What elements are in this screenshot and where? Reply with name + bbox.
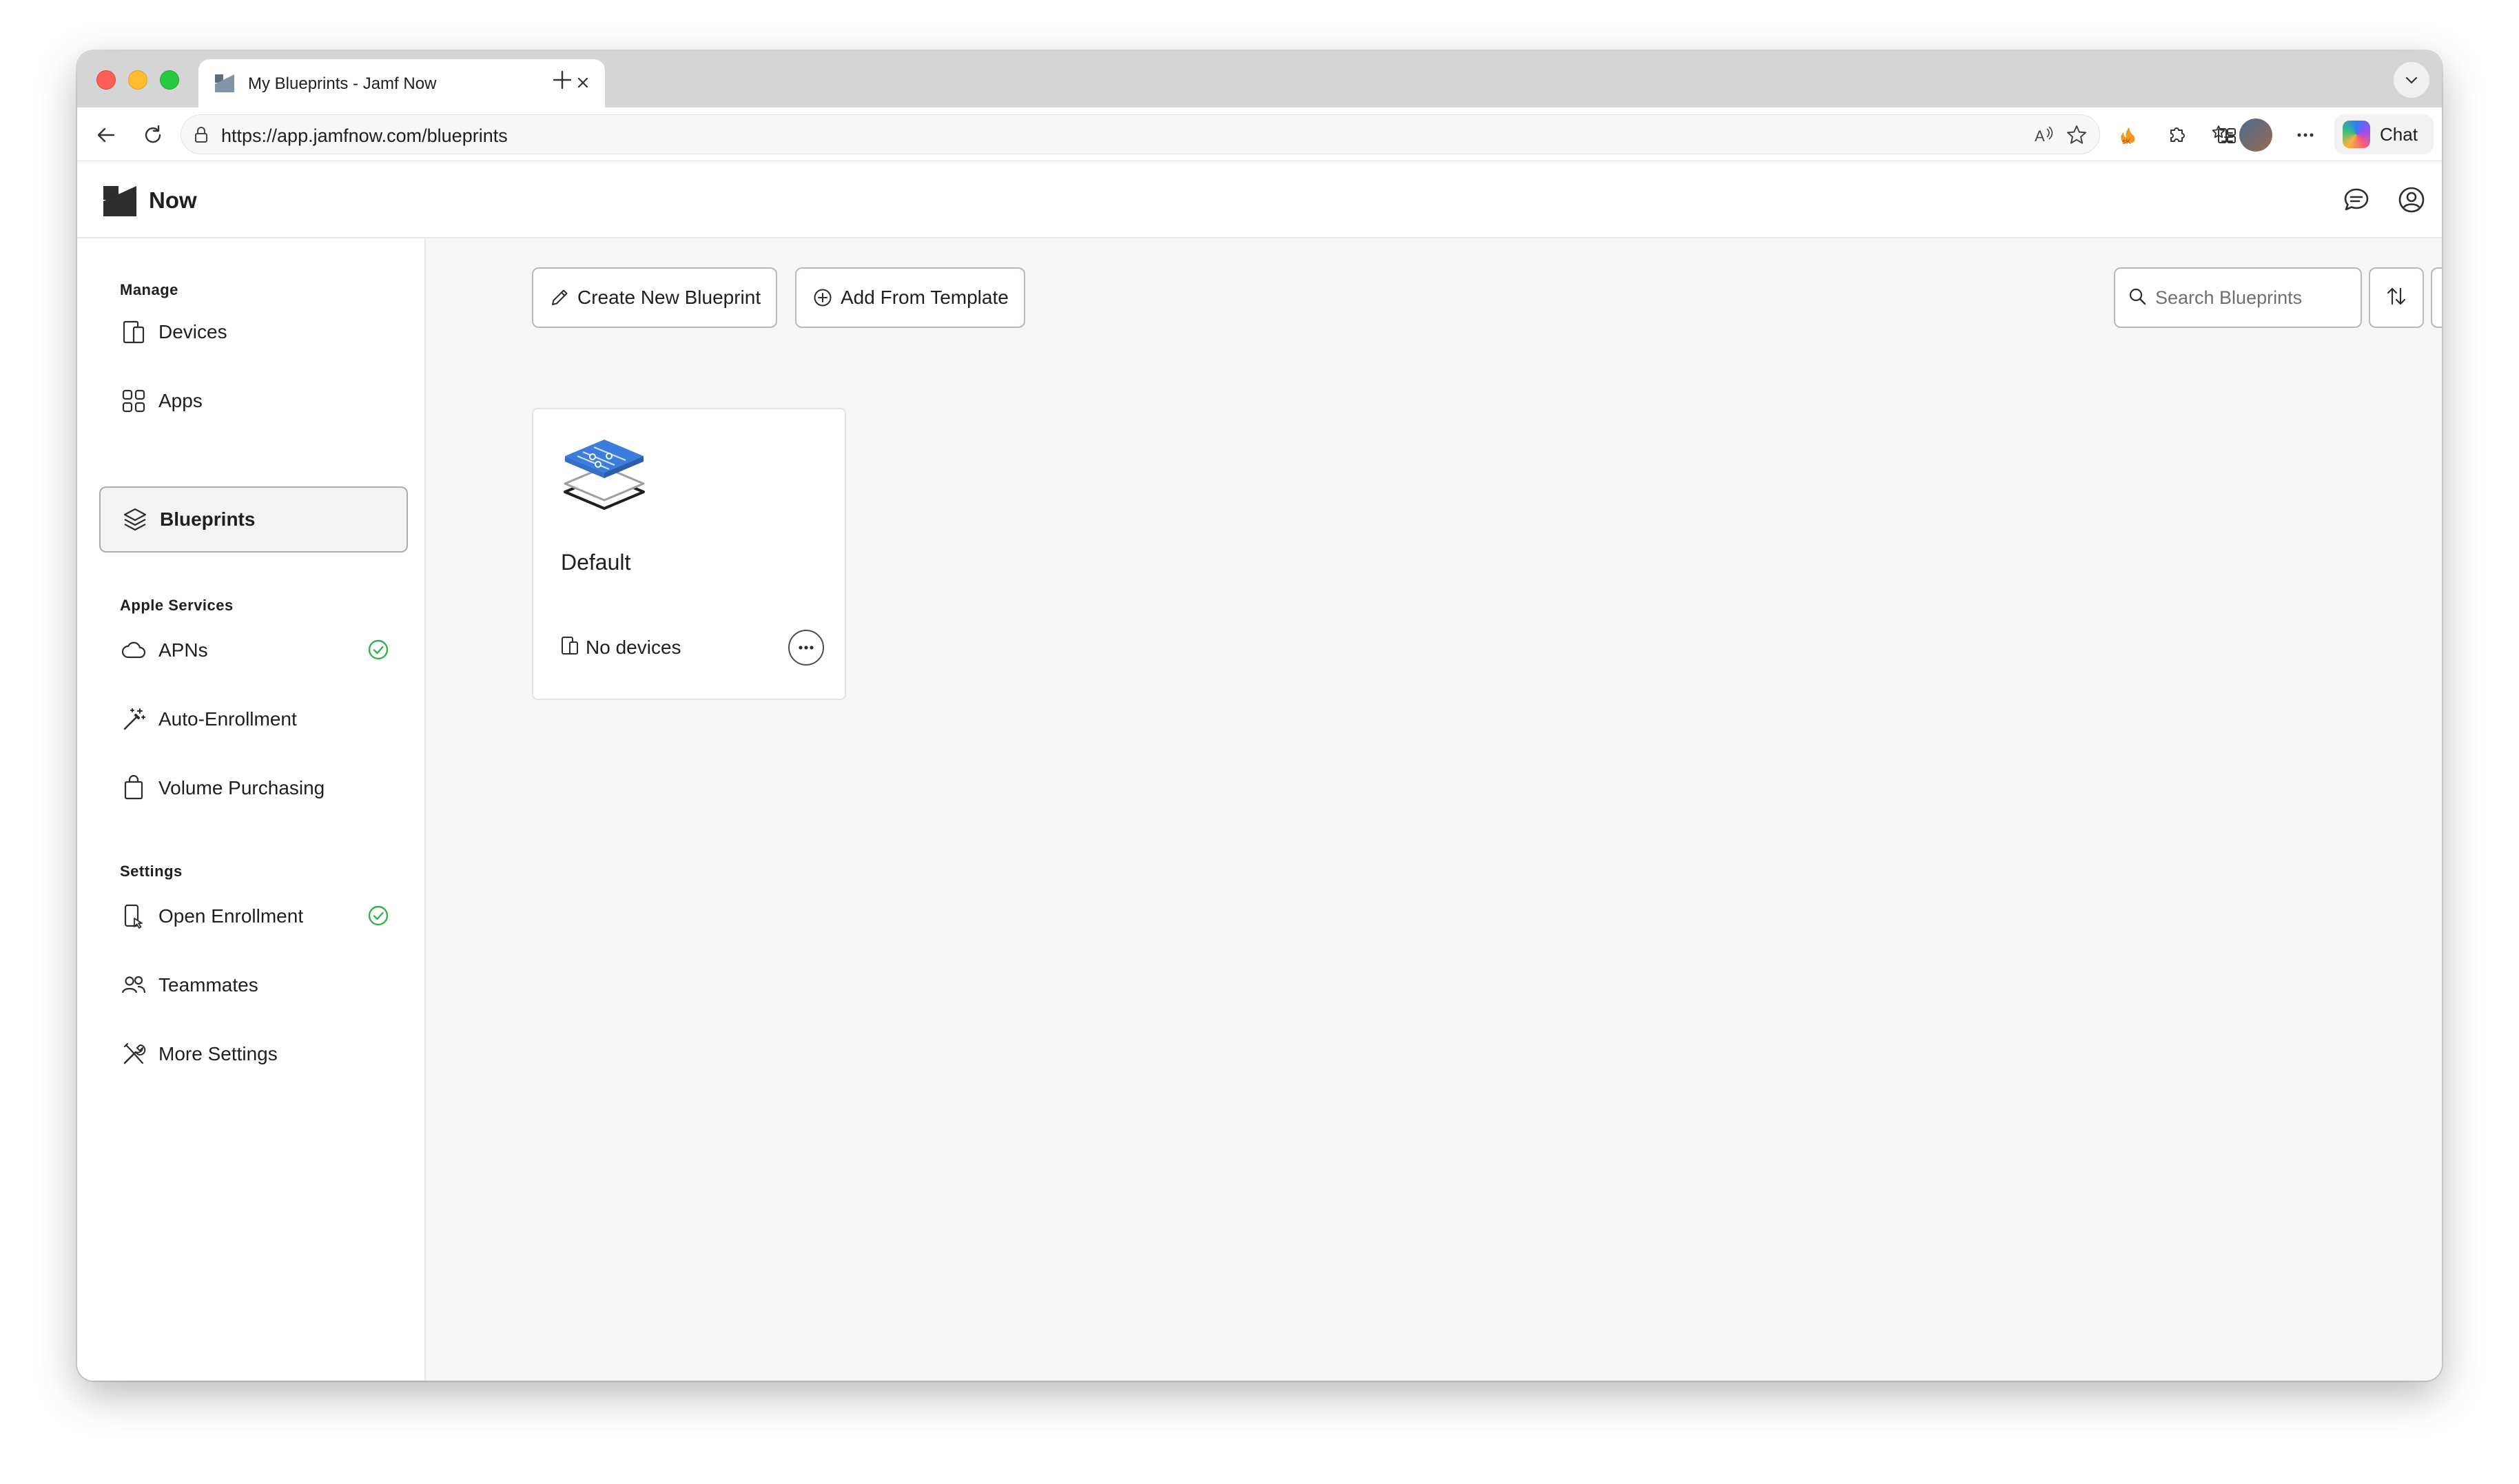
pencil-icon — [548, 287, 570, 309]
sort-button[interactable] — [2369, 267, 2424, 328]
plus-circle-icon — [812, 287, 834, 309]
sidebar-label-devices: Devices — [158, 321, 227, 342]
sidebar-item-blueprints[interactable]: Blueprints — [99, 486, 408, 553]
search-blueprints-input[interactable] — [2155, 287, 2348, 309]
apps-grid-icon — [120, 387, 147, 415]
sidebar-item-open-enrollment[interactable]: Open Enrollment — [99, 883, 408, 949]
close-window-button[interactable] — [96, 70, 116, 90]
tab-title: My Blueprints - Jamf Now — [248, 74, 437, 93]
add-from-template-label: Add From Template — [841, 287, 1009, 308]
sidebar-label-volume-purchasing: Volume Purchasing — [158, 777, 325, 798]
account-circle-icon[interactable] — [2395, 183, 2428, 216]
sidebar-label-apns: APNs — [158, 639, 208, 661]
read-aloud-icon[interactable]: A — [2032, 123, 2055, 147]
jamf-logo-icon[interactable] — [103, 185, 136, 218]
more-options-icon[interactable] — [2289, 118, 2322, 152]
shopping-bag-icon — [120, 774, 147, 802]
sidebar-label-more-settings: More Settings — [158, 1043, 278, 1064]
sidebar-item-teammates[interactable]: Teammates — [99, 952, 408, 1018]
tab-strip: My Blueprints - Jamf Now — [77, 51, 2442, 107]
collections-icon[interactable] — [2210, 118, 2243, 152]
people-icon — [120, 971, 147, 999]
status-ok-check-icon — [368, 639, 389, 660]
sort-arrows-icon — [2385, 285, 2408, 311]
section-title-apple-services: Apple Services — [120, 597, 234, 614]
blueprint-name[interactable]: Default — [561, 550, 630, 575]
chat-bubble-icon[interactable] — [2340, 183, 2373, 216]
sidebar-label-apps: Apps — [158, 390, 203, 411]
sidebar-label-blueprints: Blueprints — [160, 508, 256, 530]
search-blueprints-field[interactable] — [2114, 267, 2362, 328]
copilot-logo-icon — [2343, 121, 2370, 148]
app-header: Now — [77, 161, 2442, 238]
devices-icon — [120, 318, 147, 346]
sidebar-item-more-settings[interactable]: More Settings — [99, 1021, 408, 1087]
tab-list-chevron-icon[interactable] — [2394, 62, 2429, 98]
minimize-window-button[interactable] — [128, 70, 147, 90]
blueprint-device-count: No devices — [559, 635, 681, 659]
sidebar-item-auto-enrollment[interactable]: Auto-Enrollment — [99, 686, 408, 752]
magic-wand-icon — [120, 705, 147, 733]
blueprint-devices-label: No devices — [586, 636, 681, 658]
svg-text:A: A — [2035, 127, 2045, 145]
back-arrow-icon[interactable] — [90, 118, 123, 152]
address-bar[interactable]: https://app.jamfnow.com/blueprints A — [181, 114, 2100, 154]
new-tab-icon[interactable] — [543, 61, 582, 99]
extensions-puzzle-icon[interactable] — [2161, 118, 2194, 152]
blueprint-more-options-button[interactable] — [788, 630, 824, 666]
sidebar-label-open-enrollment: Open Enrollment — [158, 905, 304, 927]
browser-window: My Blueprints - Jamf Now https://app.jam… — [77, 51, 2442, 1381]
enrollment-phone-icon — [120, 903, 147, 930]
cloud-icon — [120, 637, 147, 664]
svg-text:sK: sK — [2122, 138, 2132, 146]
extension-flame-icon[interactable]: sK — [2111, 118, 2144, 152]
brand-name[interactable]: Now — [149, 187, 197, 214]
url-text[interactable]: https://app.jamfnow.com/blueprints — [221, 125, 508, 147]
lock-icon[interactable] — [191, 125, 212, 145]
sidebar-label-auto-enrollment: Auto-Enrollment — [158, 708, 297, 730]
sidebar-item-devices[interactable]: Devices — [99, 299, 408, 365]
sidebar-label-teammates: Teammates — [158, 974, 258, 996]
section-title-settings: Settings — [120, 863, 183, 880]
jamf-favicon-icon — [215, 74, 234, 92]
add-from-template-button[interactable]: Add From Template — [795, 267, 1025, 328]
sidebar-item-apps[interactable]: Apps — [99, 368, 408, 434]
sidebar-item-volume-purchasing[interactable]: Volume Purchasing — [99, 755, 408, 821]
list-view-button[interactable] — [2431, 267, 2442, 328]
sidebar-item-apns[interactable]: APNs — [99, 617, 408, 683]
reload-icon[interactable] — [136, 118, 169, 152]
profile-avatar[interactable] — [2239, 118, 2272, 152]
layers-icon — [121, 506, 149, 533]
sidebar: Manage Devices Apps Blueprints Apple Ser… — [77, 238, 426, 1381]
create-new-blueprint-button[interactable]: Create New Blueprint — [532, 267, 778, 328]
status-ok-check-icon — [368, 905, 389, 926]
chat-label: Chat — [2380, 123, 2418, 145]
main-content: Create New Blueprint Add From Template S… — [426, 238, 2442, 1381]
maximize-window-button[interactable] — [160, 70, 179, 90]
browser-toolbar: https://app.jamfnow.com/blueprints A sK — [77, 107, 2442, 161]
create-new-blueprint-label: Create New Blueprint — [577, 287, 761, 308]
copilot-chat-button[interactable]: Chat — [2334, 114, 2434, 154]
ellipsis-icon — [799, 646, 814, 650]
search-icon — [2128, 287, 2147, 309]
favorite-star-icon[interactable] — [2065, 123, 2088, 147]
blueprint-card[interactable]: Default No devices — [532, 408, 846, 700]
tools-icon — [120, 1040, 147, 1068]
section-title-manage: Manage — [120, 281, 178, 298]
devices-icon — [559, 635, 580, 659]
blueprint-layers-icon — [564, 440, 645, 510]
